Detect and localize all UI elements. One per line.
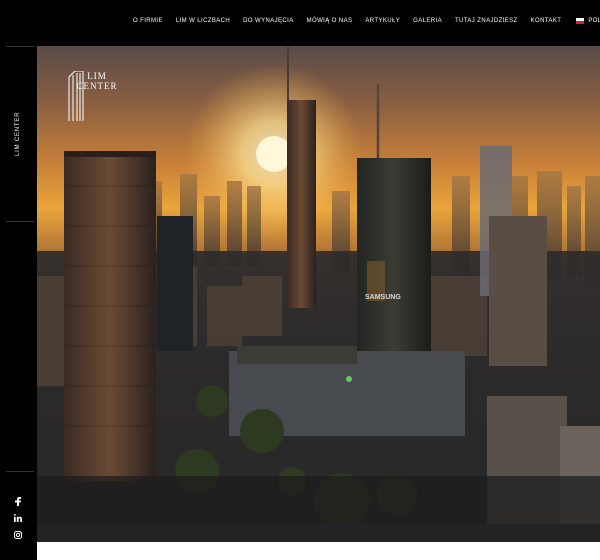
- main-menu: O FIRMIE LIM W LICZBACH DO WYNAJĘCIA MÓW…: [133, 17, 600, 25]
- menu-item-do-wynajecia[interactable]: DO WYNAJĘCIA: [243, 17, 293, 25]
- sidebar-divider: [6, 221, 34, 222]
- language-label: POLISH: [588, 18, 600, 24]
- polish-flag-icon: [576, 18, 585, 24]
- skyline-illustration: SAMSUNG: [37, 46, 600, 524]
- green-light: [346, 376, 352, 382]
- instagram-icon[interactable]: [12, 530, 24, 540]
- linkedin-icon[interactable]: [12, 513, 24, 523]
- hero-image: SAMSUNG LIM CENTER: [37, 46, 600, 524]
- sidebar-brand-label: LIM CENTER: [15, 111, 21, 156]
- hero-bottom-bar: [37, 524, 600, 542]
- menu-item-tutaj-znajdziesz[interactable]: TUTAJ ZNAJDZIESZ: [455, 17, 518, 25]
- right-office-block: [489, 216, 547, 366]
- menu-item-lim-w-liczbach[interactable]: LIM W LICZBACH: [176, 17, 230, 25]
- language-switcher[interactable]: POLISH: [576, 17, 600, 25]
- page-footer-strip: [37, 542, 600, 560]
- menu-item-kontakt[interactable]: KONTAKT: [531, 17, 562, 25]
- top-navigation: O FIRMIE LIM W LICZBACH DO WYNAJĘCIA MÓW…: [0, 0, 600, 46]
- lim-tower: [64, 151, 156, 481]
- sidebar-divider: [6, 46, 34, 47]
- samsung-sign: SAMSUNG: [365, 294, 401, 301]
- foreground-shadow: [37, 476, 600, 524]
- menu-item-o-firmie[interactable]: O FIRMIE: [133, 17, 163, 25]
- sun: [256, 136, 292, 172]
- dark-tower: [157, 216, 193, 351]
- menu-item-artykuly[interactable]: ARTYKUŁY: [365, 17, 400, 25]
- left-sidebar: LIM CENTER: [0, 46, 37, 560]
- podium-roof: [237, 346, 357, 364]
- sidebar-divider: [6, 471, 34, 472]
- facebook-icon[interactable]: [12, 496, 24, 506]
- lim-center-logo[interactable]: LIM CENTER: [67, 71, 127, 121]
- menu-item-galeria[interactable]: GALERIA: [413, 17, 442, 25]
- tower-logo-icon: [68, 71, 84, 121]
- menu-item-mowia-o-nas[interactable]: MÓWIĄ O NAS: [307, 17, 353, 25]
